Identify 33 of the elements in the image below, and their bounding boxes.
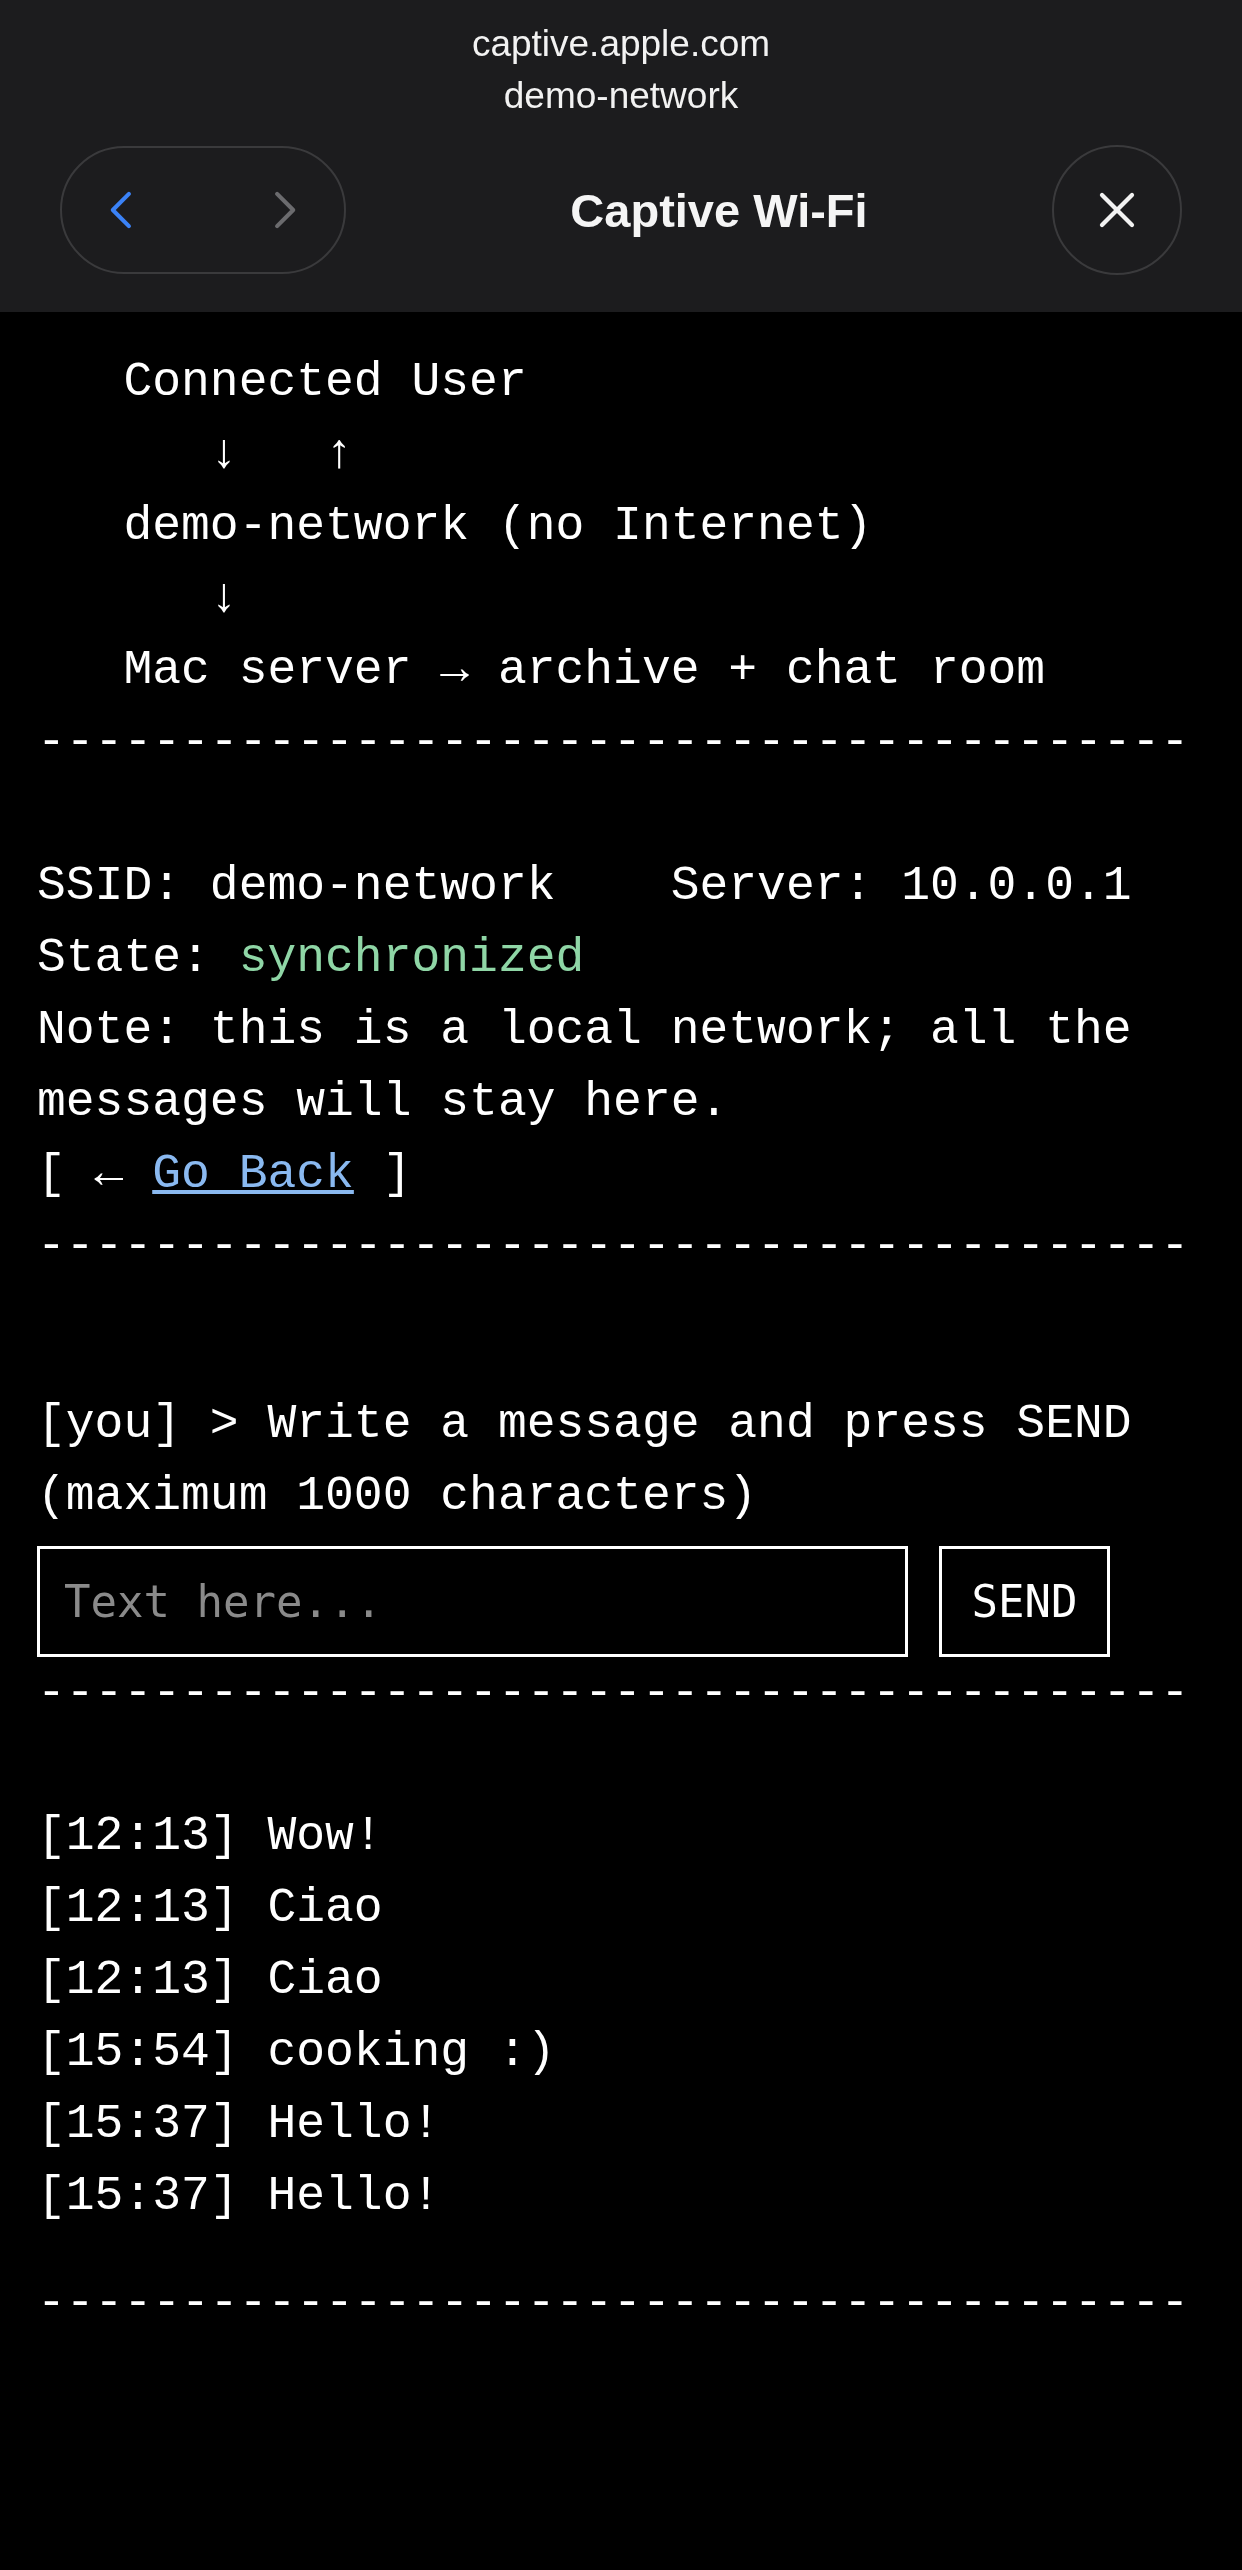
message-time: [12:13] [37, 1809, 239, 1863]
dashed-rule: ---------------------------------------- [37, 714, 1191, 771]
network-info: SSID: demo-network Server: 10.0.0.1 [37, 858, 1133, 915]
diagram-line: Mac server → archive + chat room [122, 642, 1047, 699]
message-time: [12:13] [37, 1953, 239, 2007]
dashed-rule: ---------------------------------------- [37, 1218, 1191, 1275]
message-text: Ciao [267, 1953, 383, 2007]
diagram-line: demo-network (no Internet) [122, 498, 874, 555]
message-time: [12:13] [37, 1881, 239, 1935]
go-back-line: [ ← Go Back ] [37, 1146, 413, 1203]
message-time: [15:54] [37, 2025, 239, 2079]
page-url: captive.apple.com [471, 22, 771, 66]
state-label: State: [37, 931, 210, 985]
prompt-text: [you] > Write a message and press SEND (maximum 1000 characters) [37, 1396, 1133, 1525]
dashed-rule: ---------------------------------------- [37, 1665, 1191, 1722]
diagram-line: Connected User [122, 354, 528, 411]
message-input[interactable]: Text here... [37, 1546, 908, 1657]
window-title: Captive Wi-Fi [570, 182, 868, 238]
go-back-link[interactable]: Go Back [152, 1147, 354, 1201]
message-time: [15:37] [37, 2097, 239, 2151]
message-text: cooking :) [267, 2025, 556, 2079]
message-text: Hello! [267, 2097, 441, 2151]
dashed-rule: ---------------------------------------- [37, 2275, 1191, 2332]
message-time: [15:37] [37, 2169, 239, 2223]
state-value: synchronized [238, 931, 585, 985]
diagram-line: ↓ [208, 570, 240, 627]
network-name: demo-network [503, 74, 739, 118]
message-text: Wow! [267, 1809, 383, 1863]
diagram-line: ↓ ↑ [208, 426, 355, 483]
note-text: Note: this is a local network; all the messages will stay here. [37, 1002, 1133, 1131]
message-text: Ciao [267, 1881, 383, 1935]
send-button[interactable]: SEND [939, 1546, 1110, 1657]
message-text: Hello! [267, 2169, 441, 2223]
